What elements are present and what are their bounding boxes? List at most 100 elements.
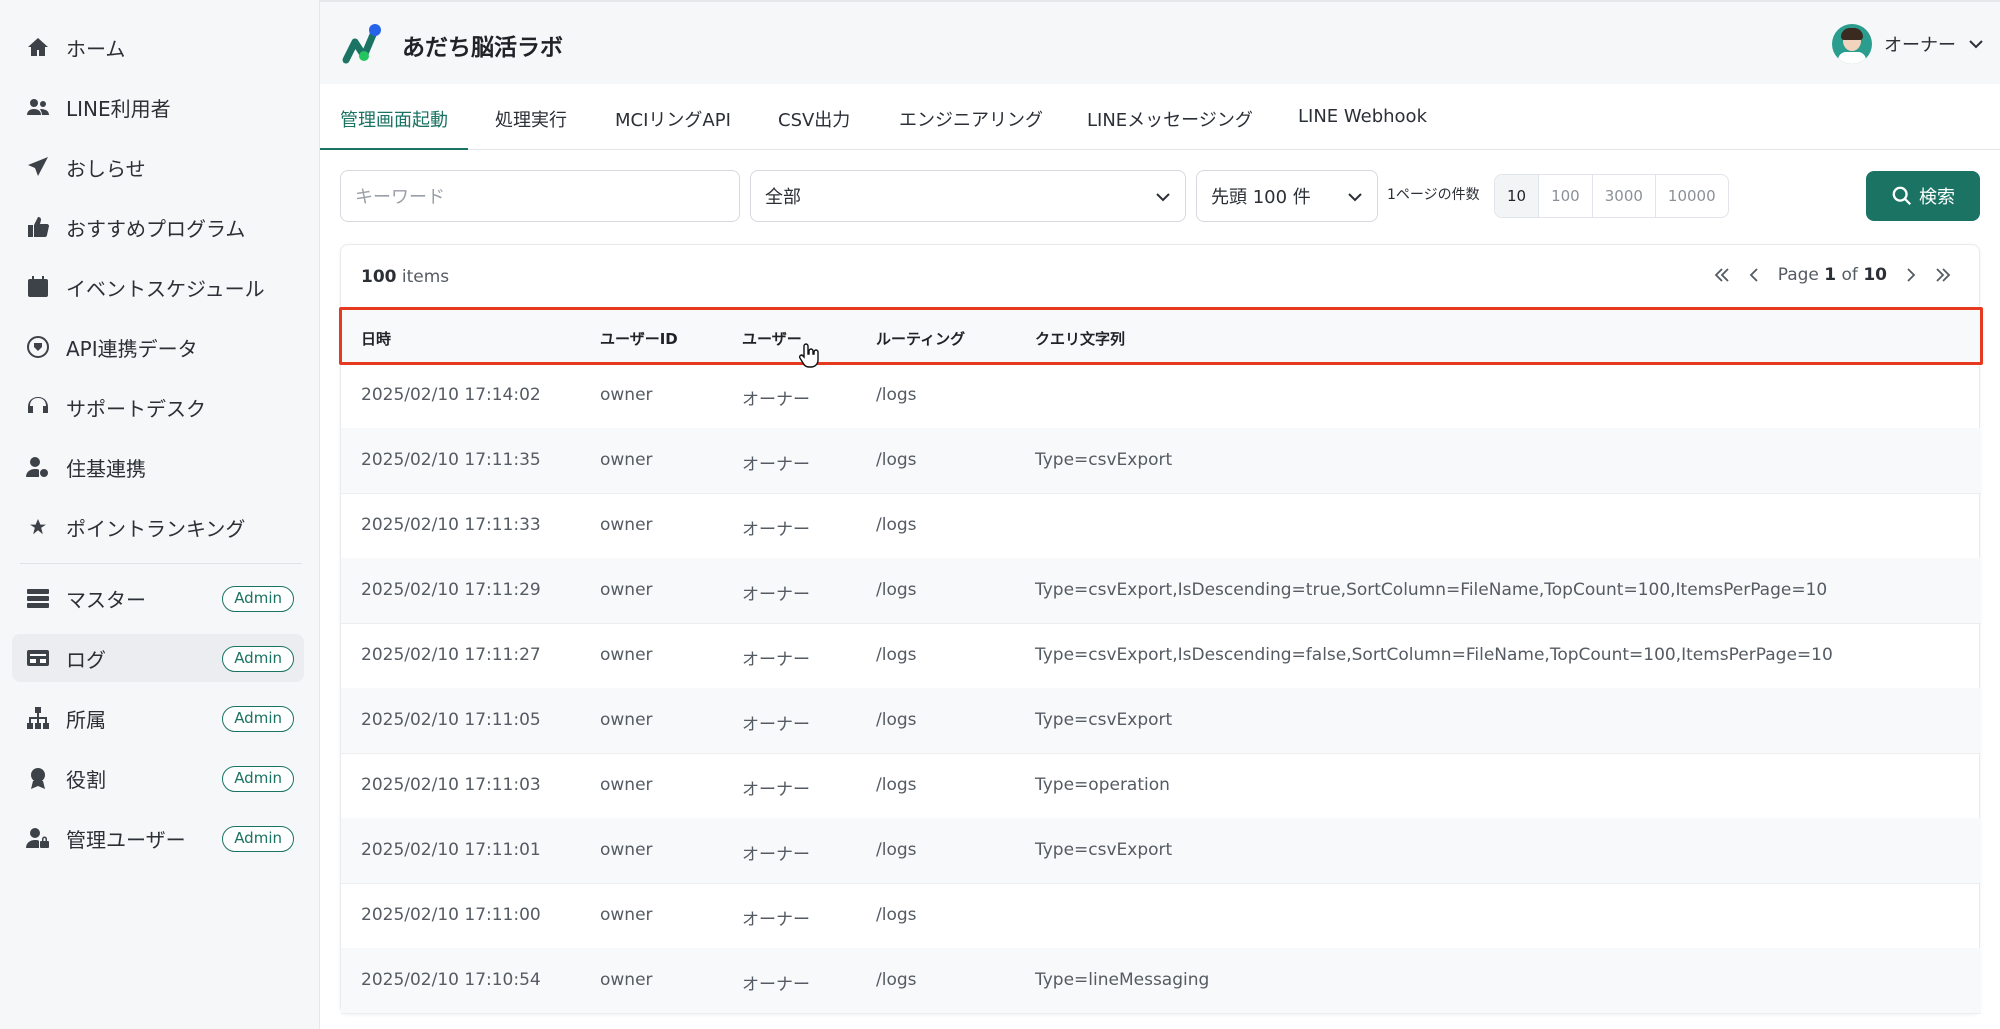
table-header: 日時 ユーザーID ユーザー ルーティング クエリ文字列 — [341, 309, 1981, 363]
tab-process[interactable]: 処理実行 — [495, 106, 567, 150]
cell-datetime: 2025/02/10 17:14:02 — [361, 385, 541, 405]
sidebar-item-label: マスター — [66, 587, 146, 612]
sidebar-item-label: イベントスケジュール — [66, 276, 265, 301]
sidebar-item-label: ポイントランキング — [66, 516, 246, 541]
keyword-input[interactable]: キーワード — [340, 170, 740, 222]
per-page-option[interactable]: 100 — [1539, 175, 1593, 217]
sidebar-item-logs[interactable]: ログ Admin — [12, 634, 304, 682]
cell-datetime: 2025/02/10 17:11:35 — [361, 450, 541, 470]
sidebar-item-api-data[interactable]: API連携データ — [12, 323, 304, 371]
column-header-query[interactable]: クエリ文字列 — [1035, 328, 1125, 349]
sidebar-item-events[interactable]: イベントスケジュール — [12, 263, 304, 311]
headset-icon — [24, 393, 52, 421]
sidebar-item-support[interactable]: サポートデスク — [12, 383, 304, 431]
first-page-icon[interactable] — [1712, 265, 1732, 285]
cell-datetime: 2025/02/10 17:10:54 — [361, 970, 541, 990]
sidebar-item-line-users[interactable]: LINE利用者 — [12, 83, 304, 131]
sidebar-divider — [20, 563, 302, 564]
table-row[interactable]: 2025/02/10 17:11:27 owner オーナー/logs Type=cs… — [341, 623, 1981, 689]
cell-user: オーナー — [742, 650, 810, 670]
tab-line-messaging[interactable]: LINEメッセージング — [1087, 106, 1253, 150]
tab-line-webhook[interactable]: LINE Webhook — [1298, 106, 1427, 150]
user-gear-icon — [24, 453, 52, 481]
search-button[interactable]: 検索 — [1866, 171, 1980, 221]
star-icon — [24, 513, 52, 541]
sidebar-item-programs[interactable]: おすすめプログラム — [12, 203, 304, 251]
sidebar-item-juki[interactable]: 住基連携 — [12, 443, 304, 491]
last-page-icon[interactable] — [1933, 265, 1953, 285]
table-row[interactable]: 2025/02/10 17:11:33 owner オーナー/logs — [341, 493, 1981, 559]
cell-query: Type=csvExport,IsDescending=true,SortCol… — [1035, 580, 1828, 600]
tab-mci-ring-api[interactable]: MCIリングAPI — [615, 106, 731, 150]
cell-routing: /logs — [876, 515, 917, 535]
table-row[interactable]: 2025/02/10 17:11:05 owner オーナー/logs Type=cs… — [341, 688, 1981, 754]
sidebar-item-label: 所属 — [66, 707, 106, 732]
category-value: 全部 — [765, 187, 801, 208]
table-row[interactable]: 2025/02/10 17:11:29 owner オーナー/logs Type=cs… — [341, 558, 1981, 624]
tab-bar: 管理画面起動 処理実行 MCIリングAPI CSV出力 エンジニアリング LIN… — [320, 84, 2000, 150]
award-icon — [24, 764, 52, 792]
sidebar-item-master[interactable]: マスター Admin — [12, 574, 304, 622]
tab-admin-launch[interactable]: 管理画面起動 — [320, 106, 468, 150]
app-logo-icon[interactable] — [340, 22, 384, 66]
items-count: 100 items — [361, 267, 450, 287]
top-count-select[interactable]: 先頭 100 件 — [1196, 170, 1378, 222]
column-header-user[interactable]: ユーザー — [742, 328, 802, 349]
cell-user-id: owner — [600, 710, 653, 730]
cell-user: オーナー — [742, 715, 810, 735]
admin-badge: Admin — [222, 646, 294, 672]
sidebar-item-affiliation[interactable]: 所属 Admin — [12, 694, 304, 742]
sidebar-item-admin-users[interactable]: 管理ユーザー Admin — [12, 814, 304, 862]
column-header-user-id[interactable]: ユーザーID — [600, 328, 678, 349]
table-row[interactable]: 2025/02/10 17:11:00 owner オーナー/logs — [341, 883, 1981, 949]
chevron-down-icon — [1969, 40, 1983, 49]
home-icon — [24, 33, 52, 61]
cell-datetime: 2025/02/10 17:11:33 — [361, 515, 541, 535]
cell-routing: /logs — [876, 645, 917, 665]
user-lock-icon — [24, 824, 52, 852]
send-icon — [24, 153, 52, 181]
sidebar-item-label: ログ — [66, 647, 106, 672]
tab-csv-export[interactable]: CSV出力 — [778, 106, 850, 150]
table-row[interactable]: 2025/02/10 17:11:35 owner オーナー/logs Type=cs… — [341, 428, 1981, 494]
table-row[interactable]: 2025/02/10 17:11:03 owner オーナー/logs Type=op… — [341, 753, 1981, 819]
user-menu[interactable]: オーナー — [1832, 24, 1984, 64]
users-icon — [24, 93, 52, 121]
cell-user: オーナー — [742, 845, 810, 865]
sidebar-item-label: おすすめプログラム — [66, 216, 246, 241]
tab-engineering[interactable]: エンジニアリング — [899, 106, 1043, 150]
admin-badge: Admin — [222, 826, 294, 852]
table-body: 2025/02/10 17:14:02 owner オーナー/logs 2025/02… — [341, 363, 1981, 1015]
column-header-routing[interactable]: ルーティング — [876, 328, 965, 349]
sidebar-item-home[interactable]: ホーム — [12, 23, 304, 71]
category-select[interactable]: 全部 — [750, 170, 1186, 222]
sidebar-item-label: 役割 — [66, 767, 106, 792]
cell-user: オーナー — [742, 455, 810, 475]
cell-routing: /logs — [876, 970, 917, 990]
next-page-icon[interactable] — [1901, 265, 1921, 285]
cell-user: オーナー — [742, 975, 810, 995]
cell-query: Type=csvExport — [1035, 710, 1173, 730]
per-page-option[interactable]: 3000 — [1593, 175, 1656, 217]
table-row[interactable]: 2025/02/10 17:10:54 owner オーナー/logs Type=li… — [341, 948, 1981, 1014]
sidebar-item-roles[interactable]: 役割 Admin — [12, 754, 304, 802]
plug-icon — [24, 333, 52, 361]
cell-user-id: owner — [600, 515, 653, 535]
per-page-option[interactable]: 10 — [1495, 175, 1540, 217]
cell-datetime: 2025/02/10 17:11:27 — [361, 645, 541, 665]
cell-query: Type=csvExport — [1035, 450, 1173, 470]
sidebar-item-ranking[interactable]: ポイントランキング — [12, 503, 304, 551]
table-row[interactable]: 2025/02/10 17:14:02 owner オーナー/logs — [341, 363, 1981, 429]
column-header-datetime[interactable]: 日時 — [361, 328, 391, 349]
cell-user: オーナー — [742, 520, 810, 540]
per-page-option[interactable]: 10000 — [1656, 175, 1728, 217]
cell-user-id: owner — [600, 905, 653, 925]
cell-datetime: 2025/02/10 17:11:00 — [361, 905, 541, 925]
prev-page-icon[interactable] — [1744, 265, 1764, 285]
cell-user: オーナー — [742, 585, 810, 605]
table-row[interactable]: 2025/02/10 17:11:01 owner オーナー/logs Type=cs… — [341, 818, 1981, 884]
sidebar-item-notices[interactable]: おしらせ — [12, 143, 304, 191]
cell-user-id: owner — [600, 385, 653, 405]
cell-user-id: owner — [600, 970, 653, 990]
cell-user-id: owner — [600, 450, 653, 470]
